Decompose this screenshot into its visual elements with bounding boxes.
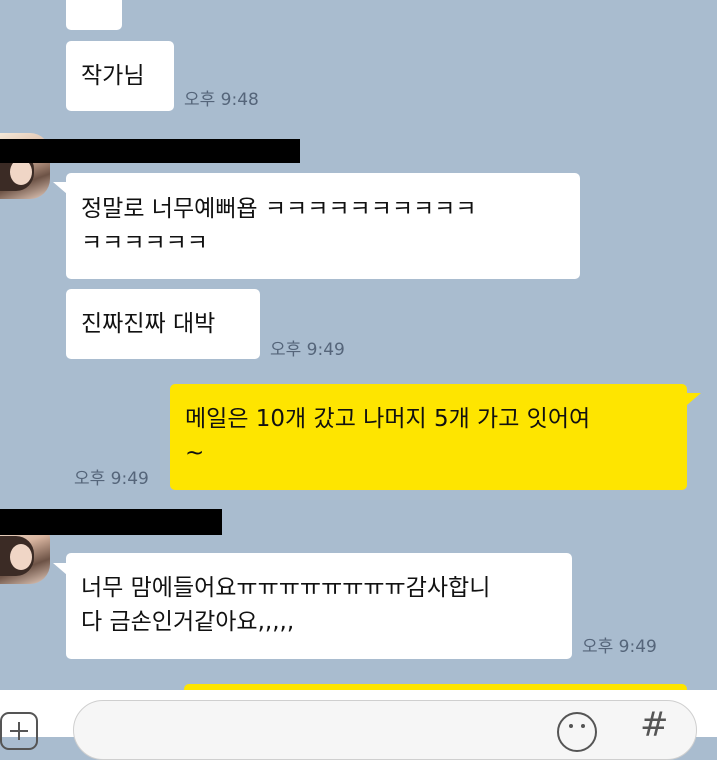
message-bubble-incoming[interactable]: 작가님 [66,41,174,111]
bubble-tail [687,393,701,405]
plus-icon[interactable] [0,712,38,750]
message-input[interactable] [73,700,697,760]
message-bubble-incoming[interactable]: 너무 맘에들어요ㅠㅠㅠㅠㅠㅠㅠㅠ감사합니 다 금손인거같아요,,,,, [66,553,572,659]
message-time: 오후 9:49 [74,469,149,489]
message-time: 오후 9:49 [582,637,657,657]
message-time: 오후 9:48 [184,90,259,110]
message-bubble-incoming[interactable]: 정말로 너무예뻐욥 ㅋㅋㅋㅋㅋㅋㅋㅋㅋㅋ ㅋㅋㅋㅋㅋㅋ [66,173,580,279]
bubble-tail [53,563,67,575]
message-bubble-outgoing[interactable]: 메일은 10개 갔고 나머지 5개 가고 잇어여 ~ [170,384,687,490]
emoji-icon[interactable] [557,712,597,752]
message-text-line: 다 금손인거같아요,,,,, [81,609,295,635]
redacted-sender-name [0,509,222,535]
bubble-tail [53,182,67,194]
message-text-line: 너무 맘에들어요ㅠㅠㅠㅠㅠㅠㅠㅠ감사합니 [81,575,491,601]
message-text-line: 정말로 너무예뻐욥 ㅋㅋㅋㅋㅋㅋㅋㅋㅋㅋ [81,196,477,222]
message-text-line: 메일은 10개 갔고 나머지 5개 가고 잇어여 [185,406,591,432]
message-time: 오후 9:49 [270,340,345,360]
message-text: 작가님 [81,63,145,89]
message-bubble-incoming[interactable]: 진짜진짜 대박 [66,289,260,359]
message-text-line: ㅋㅋㅋㅋㅋㅋ [81,230,208,256]
message-text: 진짜진짜 대박 [81,311,216,337]
redacted-sender-name [0,139,300,163]
message-text-line: ~ [185,440,205,466]
message-bubble-incoming[interactable] [66,0,122,30]
